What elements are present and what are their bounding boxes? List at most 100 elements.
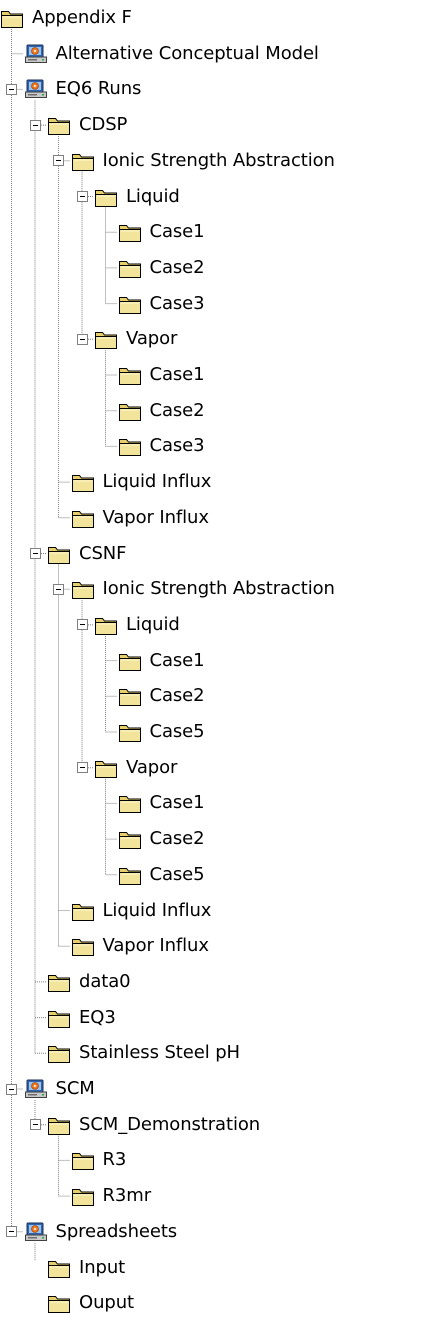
tree-node-case2[interactable]: Case2 <box>118 251 207 285</box>
folder-icon-graphic <box>71 475 94 493</box>
tree-node-label: Case1 <box>149 221 205 243</box>
tree-node-liquid[interactable]: Liquid <box>94 180 182 214</box>
tree-node-data0[interactable]: data0 <box>47 965 133 999</box>
tree-node-case2[interactable]: Case2 <box>118 679 207 713</box>
tree-node-label: EQ3 <box>79 1006 116 1028</box>
folder-icon <box>118 792 142 814</box>
tree-node-r3mr[interactable]: R3mr <box>71 1179 154 1213</box>
tree-node-scm-demonstration[interactable]: SCM_Demonstration <box>47 1108 262 1142</box>
tree-node-vapor[interactable]: Vapor <box>94 322 179 356</box>
folder-icon <box>71 1149 95 1171</box>
tree-node-vapor-influx[interactable]: Vapor Influx <box>71 501 211 535</box>
cd-drive-icon-graphic <box>24 79 47 99</box>
folder-icon-graphic <box>71 153 94 171</box>
collapse-toggle-icon[interactable] <box>76 333 88 345</box>
tree-node-case2[interactable]: Case2 <box>118 394 207 428</box>
folder-icon <box>0 7 24 29</box>
folder-icon-graphic <box>118 296 141 314</box>
folder-icon <box>71 507 95 529</box>
collapse-toggle-icon[interactable] <box>29 119 41 131</box>
collapse-toggle-icon[interactable] <box>29 1119 41 1131</box>
tree-node-label: Stainless Steel pH <box>79 1042 240 1064</box>
tree-node-input[interactable]: Input <box>47 1251 127 1285</box>
tree-node-case1[interactable]: Case1 <box>118 215 207 249</box>
folder-icon <box>47 1257 71 1279</box>
tree-node-case3[interactable]: Case3 <box>118 287 207 321</box>
tree-node-liquid-influx[interactable]: Liquid Influx <box>71 894 214 928</box>
folder-icon-graphic <box>118 260 141 278</box>
folder-icon <box>118 364 142 386</box>
folder-icon <box>71 935 95 957</box>
tree-node-cdsp[interactable]: CDSP <box>47 108 129 142</box>
folder-icon-graphic <box>118 867 141 885</box>
tree-node-label: Ionic Strength Abstraction <box>102 578 335 600</box>
folder-icon <box>47 971 71 993</box>
tree-node-label: Appendix F <box>32 7 132 28</box>
tree-node-label: Case1 <box>149 649 205 671</box>
folder-icon <box>118 685 142 707</box>
folder-icon <box>94 186 118 208</box>
folder-icon-graphic <box>71 1153 94 1171</box>
tree-node-case5[interactable]: Case5 <box>118 858 207 892</box>
collapse-toggle-icon[interactable] <box>76 191 88 202</box>
tree-node-label: Vapor Influx <box>102 935 210 957</box>
collapse-toggle-icon[interactable] <box>76 762 88 774</box>
tree-node-alternative-conceptual-model[interactable]: Alternative Conceptual Model <box>24 37 321 71</box>
folder-icon-graphic <box>71 903 94 921</box>
tree-node-stainless-steel-ph[interactable]: Stainless Steel pH <box>47 1036 242 1070</box>
tree-node-label: Case2 <box>149 256 205 278</box>
collapse-toggle-icon[interactable] <box>53 155 64 167</box>
tree-node-case1[interactable]: Case1 <box>118 644 207 678</box>
tree-node-vapor-influx[interactable]: Vapor Influx <box>71 929 211 963</box>
tree-node-liquid-influx[interactable]: Liquid Influx <box>71 465 214 499</box>
folder-icon <box>118 257 142 279</box>
folder-icon-graphic <box>95 332 117 350</box>
folder-icon <box>47 1114 71 1136</box>
tree-node-label: Case1 <box>149 364 205 385</box>
tree-node-spreadsheets[interactable]: Spreadsheets <box>24 1215 180 1249</box>
tree-node-eq3[interactable]: EQ3 <box>47 1001 118 1035</box>
collapse-toggle-icon[interactable] <box>76 619 88 631</box>
tree-node-vapor[interactable]: Vapor <box>94 751 179 785</box>
tree-node-label: Liquid Influx <box>102 899 212 921</box>
tree-node-label: Case2 <box>149 828 205 850</box>
tree-node-label: R3 <box>102 1149 127 1171</box>
tree-node-ionic-strength-abstraction[interactable]: Ionic Strength Abstraction <box>71 572 337 606</box>
tree-node-r3[interactable]: R3 <box>71 1143 129 1177</box>
tree-node-label: Case2 <box>149 685 205 707</box>
folder-icon <box>94 328 118 350</box>
folder-icon <box>118 400 142 422</box>
tree-node-ouput[interactable]: Ouput <box>47 1286 136 1320</box>
folder-icon <box>118 435 142 457</box>
tree-node-csnf[interactable]: CSNF <box>47 537 128 571</box>
tree-node-eq6-runs[interactable]: EQ6 Runs <box>24 72 144 106</box>
collapse-toggle-icon[interactable] <box>6 1226 17 1238</box>
collapse-toggle-icon[interactable] <box>53 583 64 595</box>
folder-icon <box>118 293 142 315</box>
tree-node-label: data0 <box>79 970 131 992</box>
tree-node-liquid[interactable]: Liquid <box>94 608 182 642</box>
folder-icon <box>71 900 95 922</box>
tree-node-scm[interactable]: SCM <box>24 1072 97 1106</box>
tree-node-case3[interactable]: Case3 <box>118 429 207 463</box>
tree-node-case5[interactable]: Case5 <box>118 715 207 749</box>
cd-drive-icon <box>24 78 48 100</box>
cd-drive-icon <box>24 43 48 65</box>
tree-node-appendix-f[interactable]: Appendix F <box>0 1 134 35</box>
collapse-toggle-icon[interactable] <box>6 1083 17 1095</box>
tree-node-label: CDSP <box>79 114 128 136</box>
folder-icon-graphic <box>48 118 70 136</box>
folder-icon <box>71 578 95 600</box>
collapse-toggle-icon[interactable] <box>6 83 17 95</box>
tree-node-ionic-strength-abstraction[interactable]: Ionic Strength Abstraction <box>71 144 337 178</box>
collapse-toggle-icon[interactable] <box>29 548 41 559</box>
folder-icon-graphic <box>118 796 141 814</box>
folder-icon <box>118 864 142 886</box>
tree-node-case1[interactable]: Case1 <box>118 358 207 392</box>
tree-node-label: Liquid Influx <box>102 471 212 493</box>
tree-node-case1[interactable]: Case1 <box>118 786 207 820</box>
cd-drive-icon-graphic <box>24 1222 47 1241</box>
tree-node-case2[interactable]: Case2 <box>118 822 207 856</box>
tree-node-label: Vapor <box>126 328 178 350</box>
tree-node-label: Liquid <box>126 613 180 635</box>
